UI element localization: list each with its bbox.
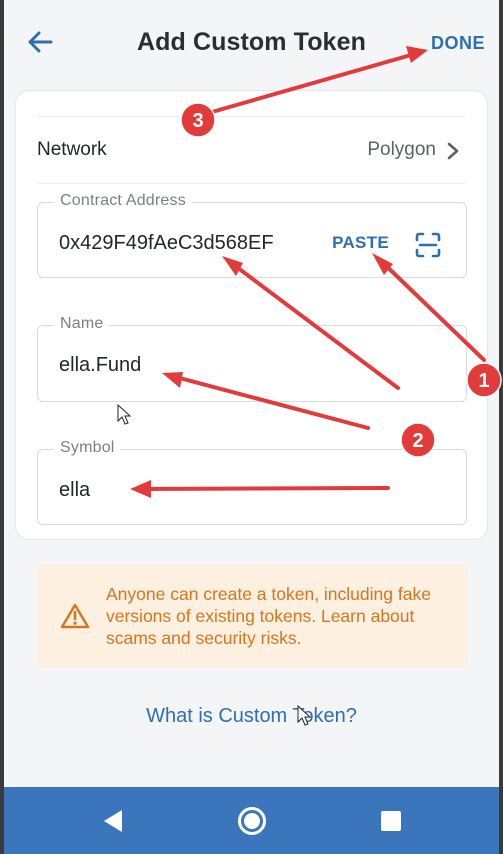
contract-address-field[interactable]: Contract Address 0x429F49fAeC3d568EF PAS…: [37, 192, 467, 278]
nav-recents-icon[interactable]: [375, 805, 407, 837]
symbol-label: Symbol: [54, 439, 121, 457]
contract-address-value[interactable]: 0x429F49fAeC3d568EF: [59, 232, 274, 255]
nav-back-icon[interactable]: [99, 805, 131, 837]
symbol-field[interactable]: Symbol ella: [37, 439, 467, 525]
scan-qr-icon[interactable]: [414, 231, 442, 259]
warning-banner: Anyone can create a token, including fak…: [37, 564, 468, 668]
chevron-right-icon: [447, 142, 459, 160]
app-screen: Add Custom Token DONE Network Polygon Co…: [4, 0, 499, 854]
network-value: Polygon: [367, 139, 436, 160]
warning-text: Anyone can create a token, including fak…: [106, 584, 431, 648]
contract-address-label: Contract Address: [54, 192, 192, 210]
name-field[interactable]: Name ella.Fund: [37, 315, 467, 402]
top-bar: Add Custom Token DONE: [4, 0, 499, 86]
page-title: Add Custom Token: [137, 28, 366, 56]
symbol-value[interactable]: ella: [59, 479, 90, 502]
name-label: Name: [54, 315, 110, 333]
done-button[interactable]: DONE: [431, 33, 485, 54]
network-label: Network: [37, 139, 107, 160]
what-is-custom-token-link[interactable]: What is Custom Token?: [4, 705, 499, 728]
paste-button[interactable]: PASTE: [332, 233, 389, 253]
network-selector[interactable]: Network Polygon: [37, 116, 466, 184]
name-value[interactable]: ella.Fund: [59, 354, 141, 377]
warning-triangle-icon: [60, 603, 90, 629]
system-nav-bar: [4, 787, 499, 854]
nav-home-icon[interactable]: [236, 805, 268, 837]
